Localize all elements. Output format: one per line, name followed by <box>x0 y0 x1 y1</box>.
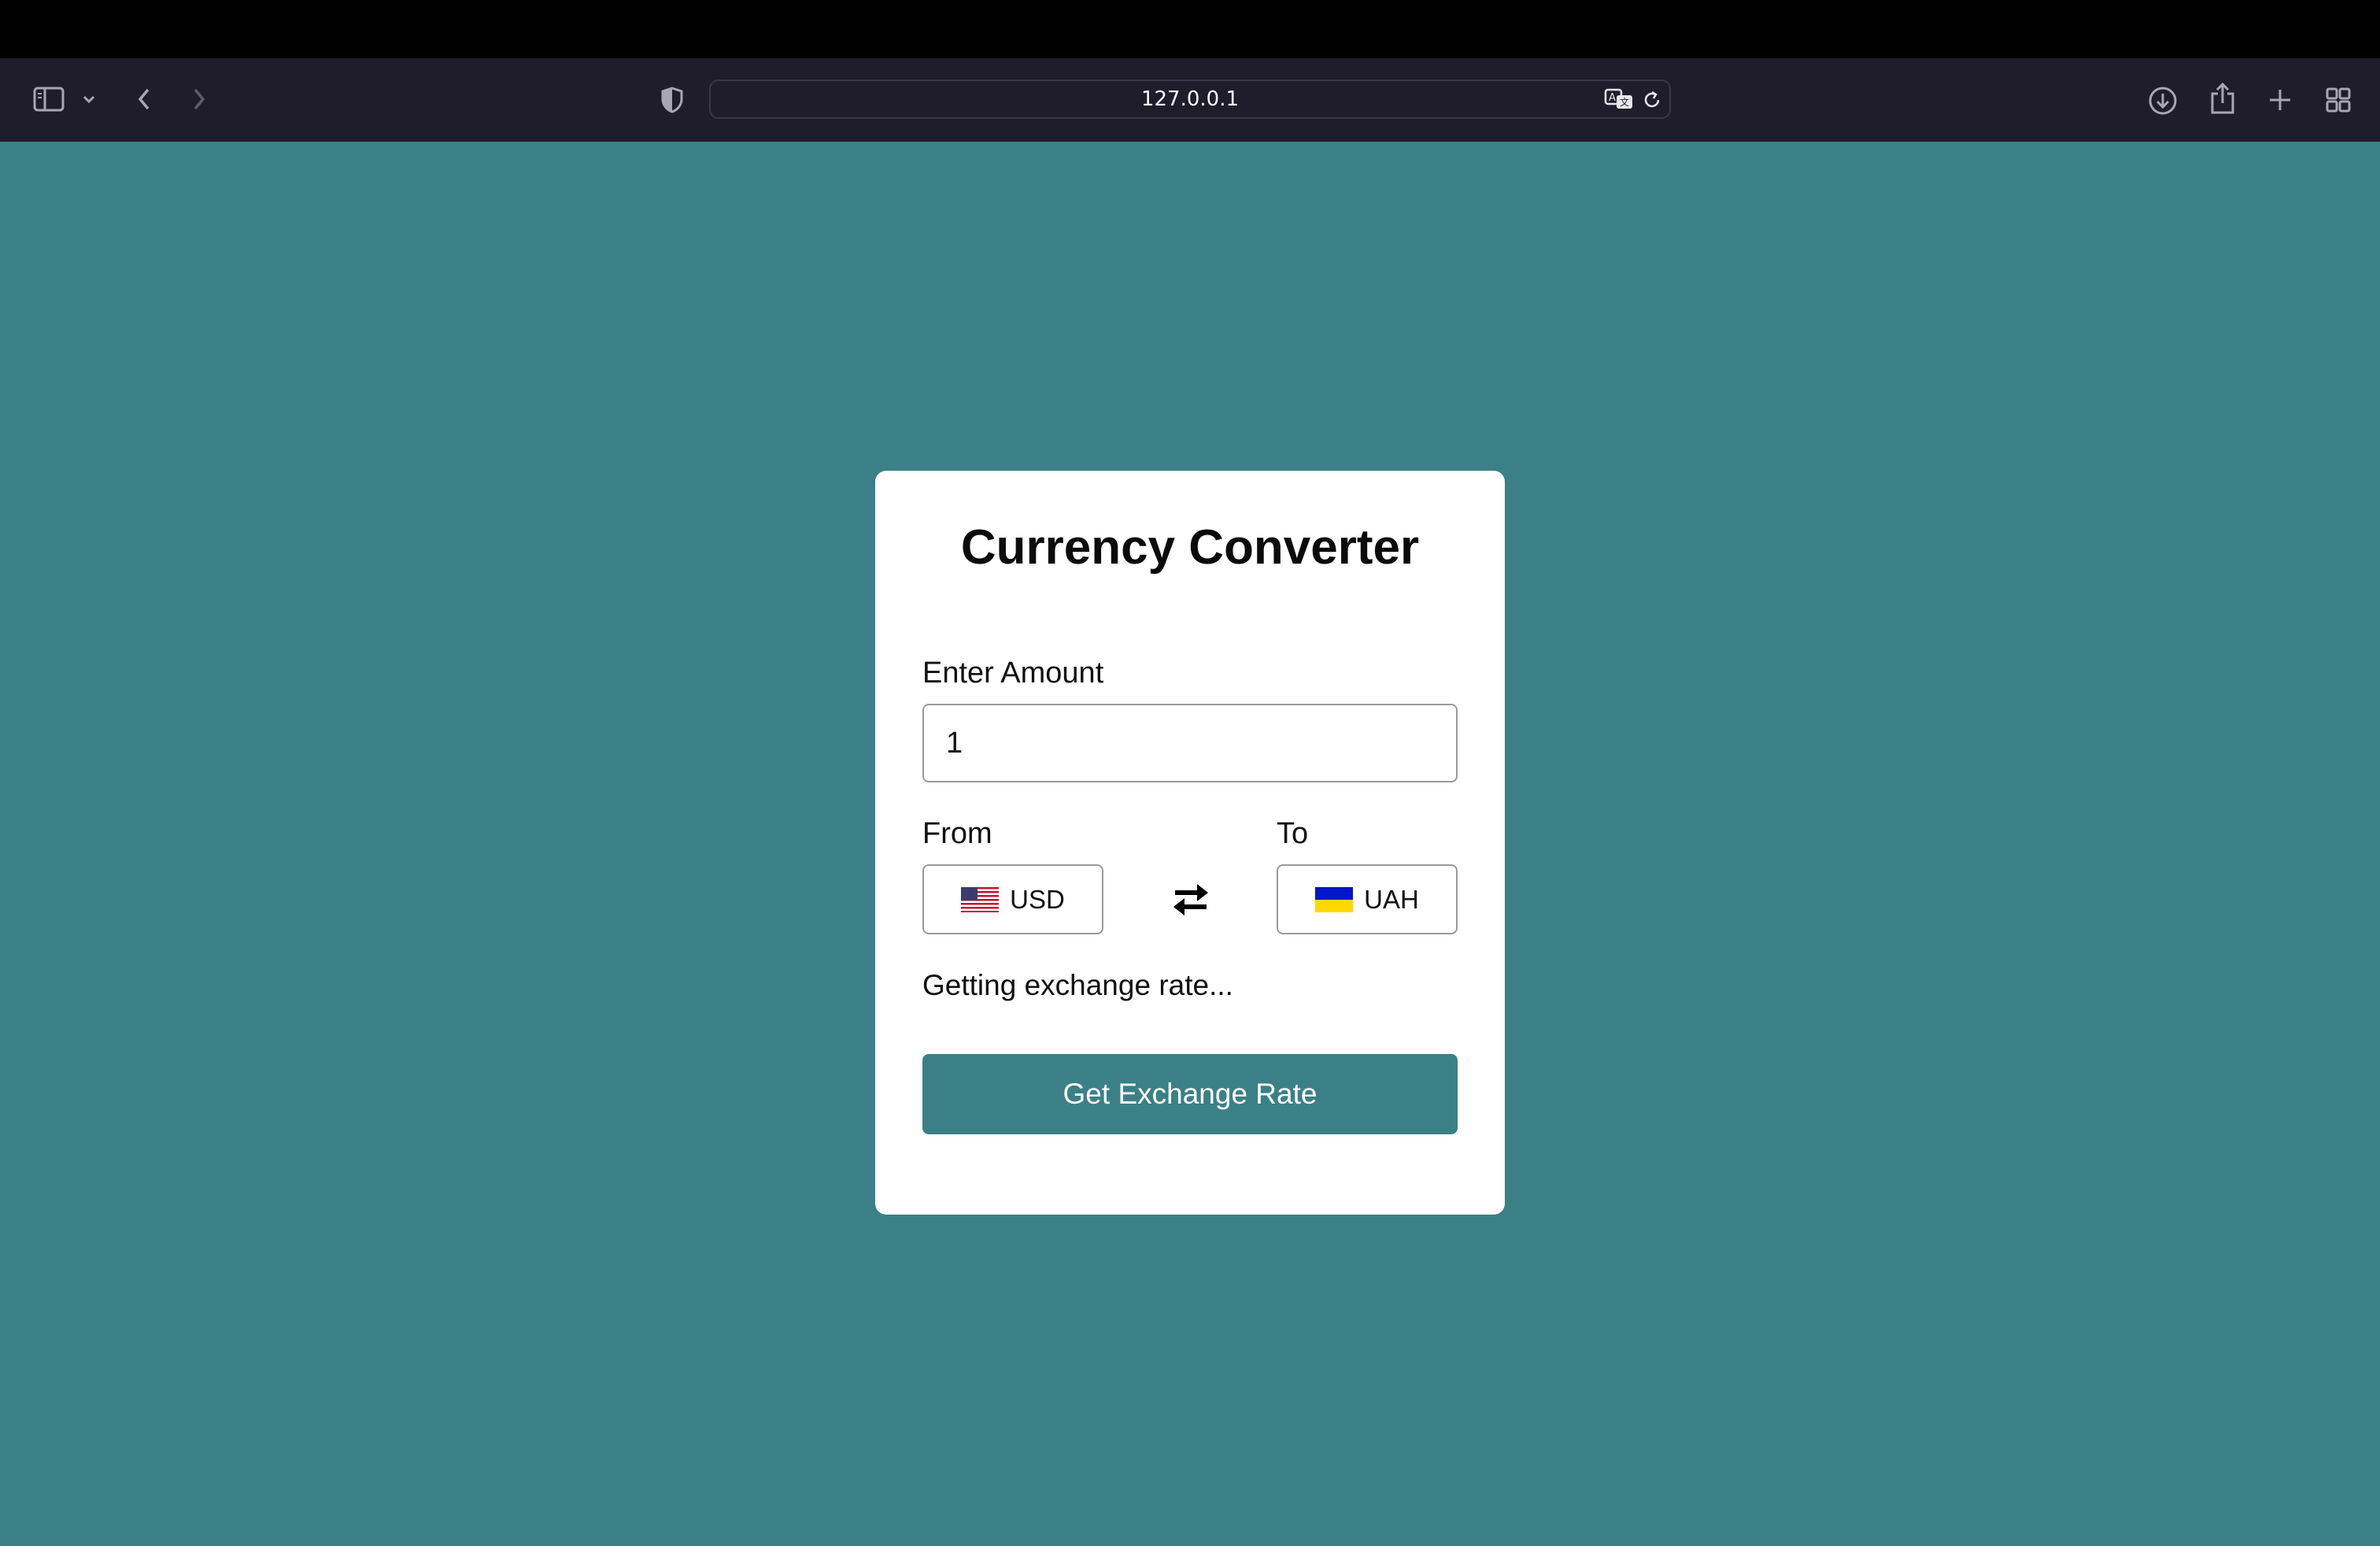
back-arrow-icon[interactable] <box>131 83 157 115</box>
page-title: Currency Converter <box>960 520 1420 575</box>
exchange-rate-status: Getting exchange rate... <box>922 969 1233 1001</box>
sidebar-icon[interactable] <box>30 82 68 117</box>
us-flag-icon <box>961 886 1000 912</box>
get-exchange-rate-button[interactable]: Get Exchange Rate <box>922 1054 1458 1134</box>
reload-icon[interactable] <box>1639 87 1665 113</box>
to-label: To <box>1277 817 1309 850</box>
download-icon[interactable] <box>2145 83 2180 118</box>
amount-input[interactable] <box>922 704 1458 782</box>
forward-arrow-icon[interactable] <box>186 83 213 115</box>
system-menu-bar <box>0 0 2380 58</box>
browser-toolbar: 127.0.0.1 A文 <box>0 58 2380 142</box>
from-currency-select[interactable]: USD <box>922 864 1103 934</box>
svg-text:文: 文 <box>1620 96 1629 108</box>
amount-label: Enter Amount <box>922 656 1104 690</box>
to-currency-code: UAH <box>1364 884 1419 914</box>
address-bar[interactable]: 127.0.0.1 A文 <box>709 80 1671 119</box>
ukraine-flag-icon <box>1315 886 1354 912</box>
to-currency-select[interactable]: UAH <box>1277 864 1458 934</box>
plus-icon[interactable] <box>2264 83 2297 117</box>
converter-card: Currency Converter Enter Amount From To … <box>875 471 1505 1215</box>
translate-icon[interactable]: A文 <box>1603 86 1635 113</box>
svg-text:A: A <box>1609 92 1616 104</box>
from-currency-code: USD <box>1010 884 1065 914</box>
tab-grid-icon[interactable] <box>2322 83 2355 117</box>
url-text: 127.0.0.1 <box>1140 87 1240 111</box>
chevron-down-icon[interactable] <box>79 90 99 109</box>
share-icon[interactable] <box>2205 79 2240 118</box>
swap-arrows-icon[interactable] <box>1169 878 1213 922</box>
shield-icon[interactable] <box>656 83 688 117</box>
from-label: From <box>922 817 992 850</box>
